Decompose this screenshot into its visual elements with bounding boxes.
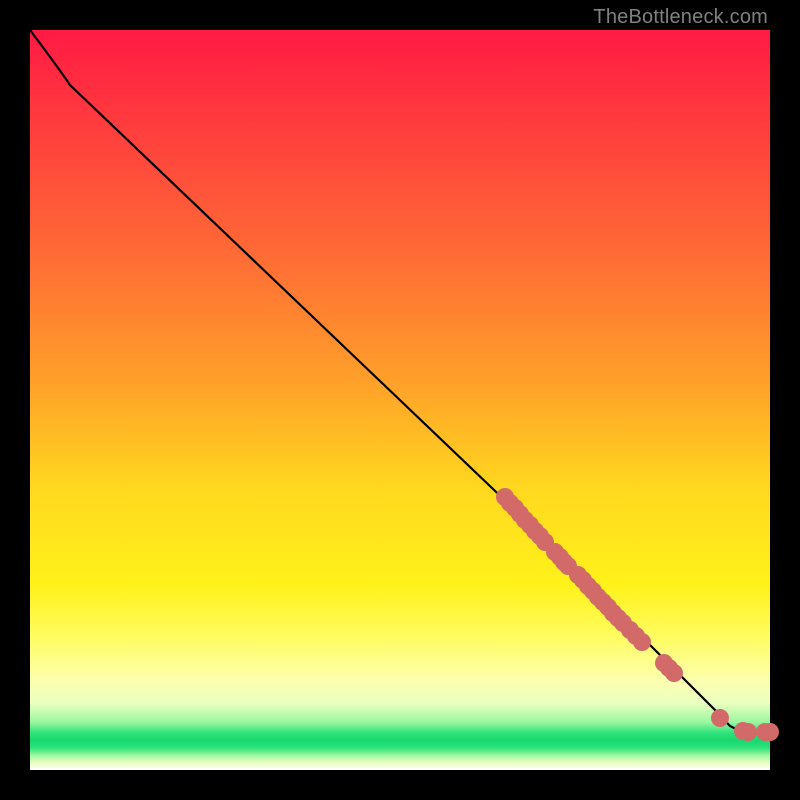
- attribution-text: TheBottleneck.com: [593, 6, 768, 29]
- curve-marker: [739, 723, 757, 741]
- bottleneck-curve: [30, 30, 770, 732]
- marker-group: [496, 488, 779, 741]
- chart-frame: TheBottleneck.com: [0, 0, 800, 800]
- curve-marker: [665, 664, 683, 682]
- curve-marker: [711, 709, 729, 727]
- curve-svg: [30, 30, 770, 770]
- curve-marker: [633, 633, 651, 651]
- curve-marker: [761, 723, 779, 741]
- plot-area: [30, 30, 770, 770]
